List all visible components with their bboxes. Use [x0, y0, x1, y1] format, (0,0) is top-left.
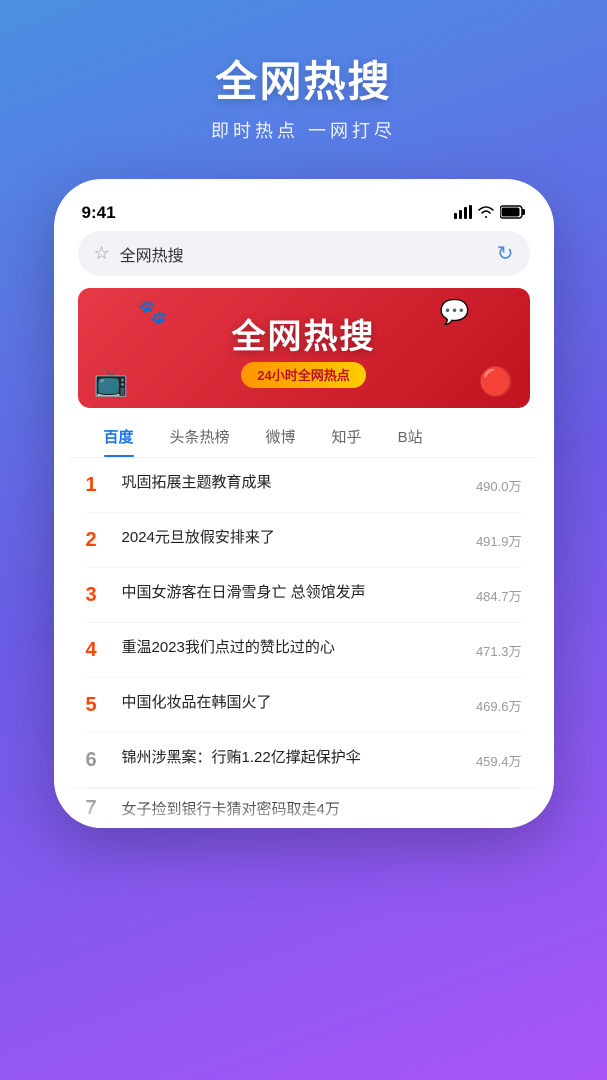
- news-rank-6: 6: [86, 747, 108, 773]
- banner-content: 全网热搜 24小时全网热点: [232, 309, 376, 388]
- tab-zhihu[interactable]: 知乎: [314, 416, 380, 457]
- news-count-3: 484.7万: [452, 586, 522, 605]
- news-title-5: 中国化妆品在韩国火了: [122, 692, 438, 715]
- news-rank-3: 3: [86, 582, 108, 608]
- news-body-4: 重温2023我们点过的赞比过的心: [122, 637, 438, 660]
- news-item-1[interactable]: 1 巩固拓展主题教育成果 490.0万: [86, 458, 522, 513]
- status-time: 9:41: [82, 203, 116, 223]
- banner-icon-wechat: 💬: [440, 298, 470, 327]
- news-rank-2: 2: [86, 527, 108, 553]
- app-header: 全网热搜 即时热点 一网打尽: [211, 48, 396, 143]
- wifi-icon: [477, 205, 495, 222]
- banner-subtitle: 24小时全网热点: [257, 368, 349, 383]
- banner-icon-weibo: 🔴: [479, 365, 514, 398]
- banner-subtitle-box: 24小时全网热点: [241, 362, 365, 388]
- news-count-2: 491.9万: [452, 531, 522, 550]
- banner-icon-bilibili: 📺: [94, 365, 129, 398]
- news-count-6: 459.4万: [452, 751, 522, 770]
- news-item-6[interactable]: 6 锦州涉黑案：行贿1.22亿撑起保护伞 459.4万: [86, 733, 522, 788]
- star-icon: ☆: [94, 243, 110, 264]
- banner-icon-baidu: 🐾: [138, 298, 168, 327]
- news-body-5: 中国化妆品在韩国火了: [122, 692, 438, 715]
- phone-mockup: 9:41 ☆ 全网热搜 ↻ 📺 🐾 🔴 💬 全网热搜 24小时全网热点: [54, 179, 554, 828]
- news-body-6: 锦州涉黑案：行贿1.22亿撑起保护伞: [122, 747, 438, 770]
- news-item-5[interactable]: 5 中国化妆品在韩国火了 469.6万: [86, 678, 522, 733]
- news-title-4: 重温2023我们点过的赞比过的心: [122, 637, 438, 660]
- news-body-3: 中国女游客在日滑雪身亡 总领馆发声: [122, 582, 438, 605]
- news-count-4: 471.3万: [452, 641, 522, 660]
- news-body-2: 2024元旦放假安排来了: [122, 527, 438, 550]
- partial-news-item: 7 女子捡到银行卡猜对密码取走4万: [70, 788, 538, 828]
- news-count-5: 469.6万: [452, 696, 522, 715]
- news-title-2: 2024元旦放假安排来了: [122, 527, 438, 550]
- status-bar: 9:41: [70, 199, 538, 231]
- status-icons: [454, 205, 526, 222]
- news-body-1: 巩固拓展主题教育成果: [122, 472, 438, 495]
- banner: 📺 🐾 🔴 💬 全网热搜 24小时全网热点: [78, 288, 530, 408]
- news-count-1: 490.0万: [452, 476, 522, 495]
- tab-bilibili[interactable]: B站: [380, 416, 441, 457]
- tab-toutiao[interactable]: 头条热榜: [152, 416, 248, 457]
- app-subtitle: 即时热点 一网打尽: [211, 117, 396, 143]
- refresh-icon[interactable]: ↻: [497, 241, 514, 266]
- news-rank-5: 5: [86, 692, 108, 718]
- news-title-3: 中国女游客在日滑雪身亡 总领馆发声: [122, 582, 438, 605]
- banner-title: 全网热搜: [232, 309, 376, 358]
- tab-weibo[interactable]: 微博: [248, 416, 314, 457]
- signal-icon: [454, 205, 472, 222]
- search-text: 全网热搜: [120, 242, 487, 266]
- tabs-bar: 百度 头条热榜 微博 知乎 B站: [70, 408, 538, 458]
- search-bar[interactable]: ☆ 全网热搜 ↻: [78, 231, 530, 276]
- tab-baidu[interactable]: 百度: [86, 416, 152, 457]
- news-item-4[interactable]: 4 重温2023我们点过的赞比过的心 471.3万: [86, 623, 522, 678]
- news-item-3[interactable]: 3 中国女游客在日滑雪身亡 总领馆发声 484.7万: [86, 568, 522, 623]
- news-title-6: 锦州涉黑案：行贿1.22亿撑起保护伞: [122, 747, 438, 770]
- app-title: 全网热搜: [211, 48, 396, 109]
- news-title-1: 巩固拓展主题教育成果: [122, 472, 438, 495]
- news-rank-4: 4: [86, 637, 108, 663]
- battery-icon: [500, 205, 526, 222]
- news-rank-1: 1: [86, 472, 108, 498]
- news-item-2[interactable]: 2 2024元旦放假安排来了 491.9万: [86, 513, 522, 568]
- news-list: 1 巩固拓展主题教育成果 490.0万 2 2024元旦放假安排来了 491.9…: [70, 458, 538, 788]
